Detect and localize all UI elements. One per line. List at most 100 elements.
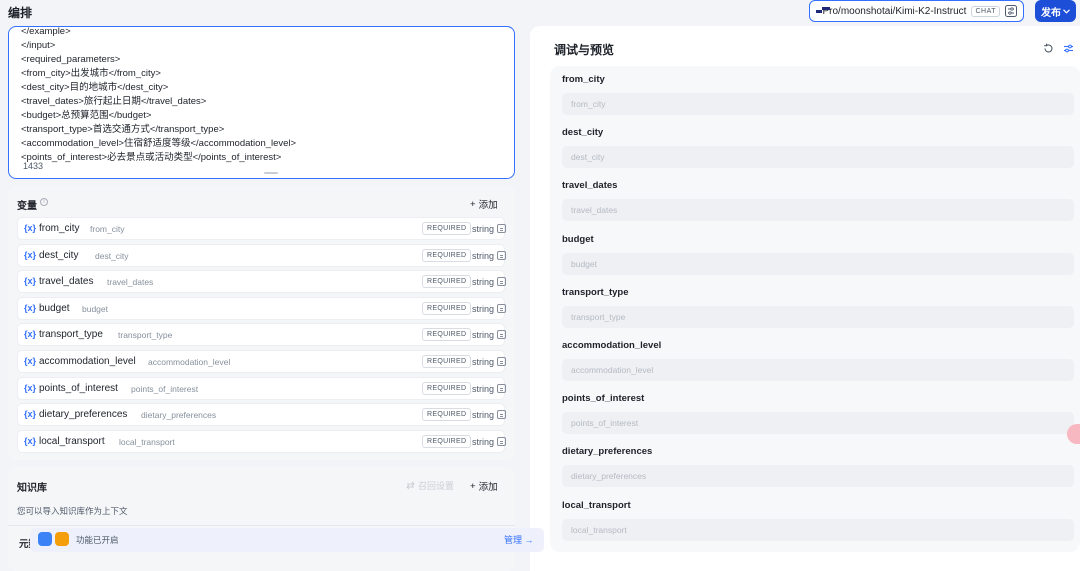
field-input[interactable]: accommodation_level (562, 359, 1074, 381)
variable-description: points_of_interest (131, 383, 199, 394)
prompt-line: <accommodation_level>住宿舒适度等级</accommodat… (21, 138, 297, 149)
recall-settings-button[interactable]: 召回设置 (406, 479, 454, 492)
prompt-line: <required_parameters> (21, 54, 121, 65)
edit-icon[interactable] (497, 277, 506, 287)
edit-icon[interactable] (497, 303, 506, 313)
variable-icon: {x} (24, 329, 37, 340)
refresh-icon[interactable] (1042, 42, 1054, 54)
recall-settings-icon (406, 481, 415, 490)
prompt-line: <dest_city>目的地城市</dest_city> (21, 82, 169, 93)
edit-icon[interactable] (497, 383, 506, 393)
variable-row[interactable]: {x} local_transport local_transport REQUIRE… (17, 429, 506, 453)
variable-type: string (472, 383, 495, 394)
variable-row[interactable]: {x} points_of_interest points_of_interest R… (17, 376, 506, 400)
char-count: 1433 (23, 161, 44, 171)
resize-handle[interactable] (264, 172, 278, 174)
preview-title: 调试与预览 (554, 43, 615, 57)
sliders-icon[interactable] (1005, 5, 1017, 17)
variable-name: accommodation_level (39, 356, 136, 367)
edit-icon[interactable] (497, 224, 506, 233)
prompt-line: <budget>总预算范围</budget> (21, 110, 152, 121)
variable-type: string (472, 303, 495, 314)
field-input[interactable]: budget (562, 252, 1074, 275)
edit-icon[interactable] (497, 410, 506, 420)
variable-settings-icon[interactable] (1062, 42, 1074, 54)
add-variable-button[interactable]: + 添加 (470, 197, 498, 212)
knowledge-panel: 知识库 召回设置 + 添加 您可以导入知识库作为上下文 元数据过滤 ? 禁用 (8, 467, 515, 571)
preview-panel: 调试与预览 from_city from_city dest_city dest_ci… (530, 26, 1080, 571)
variable-name: travel_dates (39, 276, 94, 288)
field-input[interactable]: travel_dates (562, 199, 1074, 222)
field-input[interactable]: points_of_interest (562, 412, 1074, 435)
top-bar: 编排 Pro/moonshotai/Kimi-K2-Instruct CHAT … (0, 0, 1080, 26)
variable-name: from_city (39, 223, 80, 234)
feature-icon (55, 532, 69, 546)
prompt-editor[interactable]: </example> </input> <required_parameters> <… (8, 26, 515, 179)
variables-panel: 变量 i + 添加 {x} from_city from_city REQUIRED s… (8, 186, 515, 460)
required-badge: REQUIRED (422, 434, 472, 448)
field-input[interactable]: dest_city (562, 146, 1074, 169)
edit-icon[interactable] (497, 330, 506, 340)
model-type-badge: CHAT (971, 5, 1000, 17)
add-variable-label: 添加 (478, 200, 498, 211)
model-selector[interactable]: Pro/moonshotai/Kimi-K2-Instruct CHAT (809, 0, 1024, 22)
divider (8, 525, 515, 526)
info-icon[interactable]: i (40, 198, 48, 206)
variable-description: transport_type (118, 330, 173, 341)
manage-link[interactable]: 管理 → (504, 533, 534, 546)
plus-icon: + (470, 480, 476, 492)
variable-row[interactable]: {x} dest_city dest_city REQUIRED string (17, 243, 506, 267)
plus-icon: + (470, 198, 476, 210)
field-input[interactable]: local_transport (562, 518, 1074, 541)
variable-row[interactable]: {x} transport_type transport_type REQUIRED s… (17, 323, 506, 347)
field-label: local_transport (562, 499, 631, 511)
variable-name: points_of_interest (39, 382, 118, 394)
preview-form: from_city from_city dest_city dest_city trav… (550, 66, 1080, 552)
variable-icon: {x} (24, 249, 37, 260)
variable-row[interactable]: {x} budget budget REQUIRED string (17, 296, 506, 320)
field-label: from_city (562, 74, 605, 85)
variable-row[interactable]: {x} from_city from_city REQUIRED string (17, 217, 506, 240)
variable-description: accommodation_level (148, 357, 231, 367)
floating-assistant-avatar[interactable] (1067, 424, 1080, 444)
publish-label: 发布 (1041, 7, 1061, 19)
field-input[interactable]: dietary_preferences (562, 465, 1074, 488)
prompt-text[interactable]: </example> </input> <required_parameters> <… (21, 27, 501, 165)
feature-bar: 功能已开启 管理 → (30, 528, 544, 552)
variable-row[interactable]: {x} accommodation_level accommodation_leve… (17, 350, 506, 373)
variable-icon: {x} (24, 382, 37, 393)
variable-icon: {x} (24, 435, 37, 446)
edit-icon[interactable] (497, 357, 506, 366)
variable-row[interactable]: {x} travel_dates travel_dates REQUIRED strin… (17, 270, 506, 294)
variable-icon: {x} (24, 409, 37, 420)
prompt-line: <travel_dates>旅行起止日期</travel_dates> (21, 96, 207, 107)
field-label: travel_dates (562, 180, 618, 192)
variable-name: transport_type (39, 329, 103, 341)
variable-description: dietary_preferences (141, 410, 217, 421)
required-badge: REQUIRED (422, 408, 472, 422)
model-name: Pro/moonshotai/Kimi-K2-Instruct (822, 5, 967, 17)
feature-icon (38, 532, 52, 546)
add-knowledge-label: 添加 (478, 482, 498, 493)
edit-icon[interactable] (497, 436, 506, 446)
field-label: dietary_preferences (562, 446, 653, 458)
variable-name: dest_city (39, 249, 79, 261)
variable-type: string (472, 250, 495, 261)
prompt-scrollbar[interactable] (514, 129, 515, 169)
variable-description: local_transport (119, 436, 175, 447)
field-input[interactable]: transport_type (562, 305, 1074, 328)
prompt-line: </input> (21, 40, 56, 51)
required-badge: REQUIRED (422, 222, 472, 235)
field-label: budget (562, 233, 594, 245)
add-knowledge-button[interactable]: + 添加 (470, 479, 498, 494)
field-label: points_of_interest (562, 393, 645, 405)
variable-row[interactable]: {x} dietary_preferences dietary_preference… (17, 403, 506, 427)
feature-status: 功能已开启 (76, 535, 119, 545)
required-badge: REQUIRED (422, 328, 472, 342)
edit-icon[interactable] (497, 250, 506, 260)
variable-type: string (472, 436, 495, 447)
publish-button[interactable]: 发布 (1035, 0, 1076, 22)
prompt-line: <from_city>出发城市</from_city> (21, 68, 161, 79)
field-input[interactable]: from_city (562, 93, 1074, 115)
variable-name: local_transport (39, 435, 105, 447)
